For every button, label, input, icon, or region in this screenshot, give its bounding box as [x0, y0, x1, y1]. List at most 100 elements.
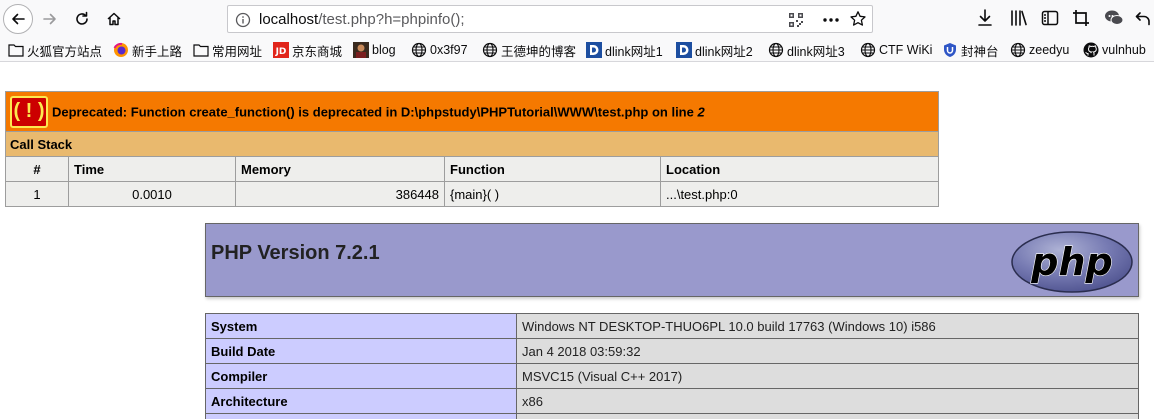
- folder-icon: [8, 42, 24, 58]
- page-title: PHP Version 7.2.1: [211, 242, 380, 264]
- column-header: Location: [660, 156, 939, 182]
- bookmark-item[interactable]: 常用网址: [193, 41, 262, 59]
- forward-arrow-icon: [43, 13, 56, 25]
- library-icon[interactable]: [1010, 9, 1028, 27]
- bookmark-label: CTF WiKi: [879, 43, 933, 57]
- error-message: Deprecated: Function create_function() i…: [52, 104, 705, 119]
- xdebug-error-table: ( ! ) Deprecated: Function create_functio…: [5, 91, 939, 207]
- info-value: Windows NT DESKTOP-THUO6PL 10.0 build 17…: [516, 313, 1139, 339]
- screenshot-crop-icon[interactable]: [1072, 9, 1090, 27]
- call-stack-label: Call Stack: [5, 131, 939, 157]
- info-key: Compiler: [205, 363, 517, 389]
- reload-icon: [76, 11, 88, 25]
- home-icon: [107, 12, 121, 26]
- info-icon[interactable]: [235, 12, 251, 28]
- url-path: /test.php?h=phpinfo();: [318, 11, 465, 28]
- bookmark-item[interactable]: 封神台: [942, 41, 999, 59]
- info-value: [516, 413, 1139, 419]
- call-stack-header: Call Stack: [5, 131, 939, 157]
- shield-icon: [942, 42, 958, 58]
- php-version-header: PHP Version 7.2.1 php: [205, 223, 1139, 297]
- globe-icon: [411, 42, 427, 58]
- bookmark-label: zeedyu: [1029, 43, 1070, 57]
- firefox-icon: [113, 42, 129, 58]
- bookmark-item[interactable]: 火狐官方站点: [8, 41, 102, 59]
- table-row: Build Date Jan 4 2018 03:59:32: [205, 338, 1139, 364]
- sidebar-icon[interactable]: [1041, 9, 1059, 27]
- globe-icon: [1010, 42, 1026, 58]
- bookmark-item[interactable]: dlink网址1: [586, 41, 663, 59]
- bookmark-item[interactable]: CTF WiKi: [860, 41, 932, 59]
- bookmark-label: dlink网址3: [787, 44, 845, 59]
- github-icon: [1083, 42, 1099, 58]
- table-row: Compiler MSVC15 (Visual C++ 2017): [205, 363, 1139, 389]
- error-message-row: ( ! ) Deprecated: Function create_functio…: [5, 91, 939, 132]
- stack-frame-memory: 386448: [235, 181, 445, 207]
- info-key: [205, 413, 517, 419]
- address-bar[interactable]: localhost/test.php?h=phpinfo();: [227, 5, 873, 33]
- table-row: Architecture x86: [205, 388, 1139, 414]
- bookmark-label: 新手上路: [132, 44, 183, 59]
- svg-text:JD: JD: [275, 47, 287, 57]
- bookmark-label: dlink网址2: [695, 44, 753, 59]
- php-logo-text: php: [1030, 240, 1112, 284]
- qr-code-icon[interactable]: [788, 12, 804, 28]
- download-icon[interactable]: [977, 9, 993, 27]
- forward-button[interactable]: [35, 4, 65, 34]
- folder-icon: [193, 42, 209, 58]
- stack-frame-function: {main}( ): [444, 181, 661, 207]
- bookmark-label: 火狐官方站点: [27, 44, 103, 59]
- bookmark-item[interactable]: 新手上路: [113, 41, 182, 59]
- column-header: Function: [444, 156, 661, 182]
- error-message-text: Deprecated: Function create_function() i…: [52, 104, 694, 119]
- php-logo[interactable]: php: [1010, 230, 1134, 294]
- info-key: System: [205, 313, 517, 339]
- info-key: Architecture: [205, 388, 517, 414]
- bookmark-label: vulnhub: [1102, 43, 1146, 57]
- bookmark-item[interactable]: JD 京东商城: [273, 41, 342, 59]
- bookmark-item[interactable]: 王德坤的博客: [482, 41, 576, 59]
- bookmark-label: 封神台: [961, 44, 999, 59]
- bookmark-item[interactable]: dlink网址2: [676, 41, 753, 59]
- undo-arrow-icon[interactable]: [1135, 9, 1151, 27]
- bookmarks-toolbar: 火狐官方站点 新手上路 常用网址 JD 京东商城 blog 0x3f97 王德坤…: [0, 38, 1154, 62]
- avatar-icon: [353, 42, 369, 58]
- info-key: Build Date: [205, 338, 517, 364]
- globe-icon: [860, 42, 876, 58]
- bookmark-item[interactable]: dlink网址3: [768, 41, 845, 59]
- table-row: System Windows NT DESKTOP-THUO6PL 10.0 b…: [205, 313, 1139, 339]
- bookmark-item[interactable]: zeedyu: [1010, 41, 1069, 59]
- column-header: Memory: [235, 156, 445, 182]
- bookmark-item[interactable]: vulnhub: [1083, 41, 1146, 59]
- info-value: Jan 4 2018 03:59:32: [516, 338, 1139, 364]
- bookmark-label: 王德坤的博客: [501, 44, 577, 59]
- php-info-table: System Windows NT DESKTOP-THUO6PL 10.0 b…: [205, 313, 1139, 419]
- info-value: x86: [516, 388, 1139, 414]
- url-host: localhost: [259, 11, 319, 28]
- error-line-number: 2: [697, 104, 705, 119]
- call-stack-columns: # Time Memory Function Location: [5, 156, 939, 182]
- back-button[interactable]: [3, 4, 33, 34]
- stack-frame-time: 0.0010: [68, 181, 236, 207]
- stack-frame-location: ...\test.php:0: [660, 181, 939, 207]
- stack-frame-number: 1: [5, 181, 69, 207]
- chat-bubbles-icon[interactable]: [1104, 9, 1124, 27]
- globe-icon: [482, 42, 498, 58]
- table-row: 1 0.0010 386448 {main}( ) ...\test.php:0: [5, 181, 939, 207]
- bookmark-item[interactable]: blog: [353, 41, 396, 59]
- bookmark-item[interactable]: 0x3f97: [411, 41, 468, 59]
- page-actions-icon[interactable]: [822, 13, 840, 27]
- globe-icon: [768, 42, 784, 58]
- bookmark-star-icon[interactable]: [849, 10, 867, 28]
- bookmark-label: 常用网址: [212, 44, 263, 59]
- table-row: [205, 413, 1139, 419]
- dlink-icon: [676, 42, 692, 58]
- column-header: Time: [68, 156, 236, 182]
- bookmark-label: blog: [372, 43, 396, 57]
- info-value: MSVC15 (Visual C++ 2017): [516, 363, 1139, 389]
- reload-button[interactable]: [67, 4, 97, 34]
- bookmark-label: dlink网址1: [605, 44, 663, 59]
- url-text[interactable]: localhost/test.php?h=phpinfo();: [259, 11, 465, 28]
- bookmark-label: 京东商城: [292, 44, 343, 59]
- home-button[interactable]: [99, 4, 129, 34]
